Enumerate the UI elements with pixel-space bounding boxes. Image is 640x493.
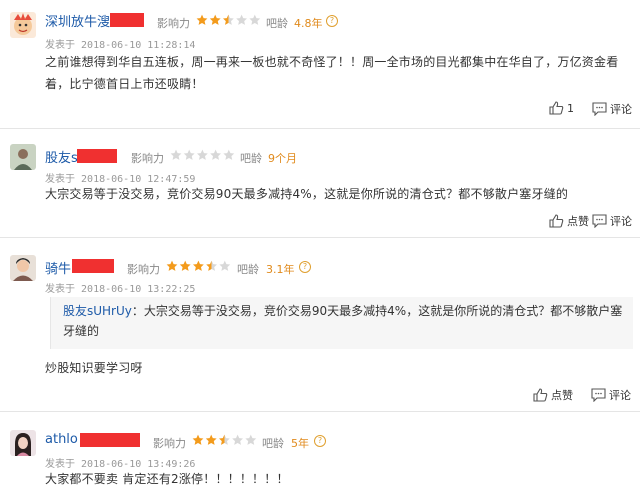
like-button[interactable]: 1 bbox=[549, 101, 574, 115]
rating-star bbox=[223, 149, 235, 160]
age-label: 吧龄 bbox=[240, 152, 262, 165]
post-time: 发表于 2018-06-10 11:28:14 bbox=[45, 36, 195, 51]
posted-label: 发表于 bbox=[45, 40, 75, 51]
avatar[interactable] bbox=[10, 144, 36, 170]
rating-star bbox=[179, 260, 191, 271]
comment-icon bbox=[591, 388, 609, 402]
influence-label: 影响力 bbox=[153, 437, 186, 450]
comment-label: 评论 bbox=[610, 215, 632, 228]
comment-button[interactable]: 评论 bbox=[591, 387, 631, 403]
post-timestamp: 2018-06-10 11:28:14 bbox=[81, 40, 196, 51]
post-content: 大宗交易等于没交易，竞价交易90天最多减持4%，这就是你所说的清仓式？都不够散户… bbox=[45, 187, 569, 201]
username-redaction bbox=[72, 259, 114, 273]
quoted-reply: 股友sUHrUy：大宗交易等于没交易，竞价交易90天最多减持4%，这就是你所说的… bbox=[50, 297, 633, 349]
post-content: 炒股知识要学习呀 bbox=[45, 361, 143, 375]
star-rating-graphic bbox=[166, 260, 231, 271]
comment-label: 评论 bbox=[610, 103, 632, 116]
rating-star bbox=[210, 149, 221, 160]
post-time: 发表于 2018-06-10 13:22:25 bbox=[45, 280, 195, 295]
like-button[interactable]: 点赞 bbox=[533, 387, 573, 403]
help-icon[interactable]: ? bbox=[314, 435, 326, 447]
help-icon[interactable]: ? bbox=[299, 261, 311, 273]
username-redaction bbox=[77, 149, 117, 163]
like-button[interactable]: 点赞 bbox=[549, 213, 589, 229]
rating-star bbox=[197, 149, 208, 160]
rating-star bbox=[245, 434, 257, 445]
bar-age: 9个月 bbox=[268, 152, 297, 165]
age-label: 吧龄 bbox=[266, 17, 288, 30]
like-count: 1 bbox=[567, 101, 574, 115]
thumbs-up-icon bbox=[549, 214, 567, 228]
rating-star bbox=[236, 14, 247, 25]
username[interactable]: athlo bbox=[45, 432, 78, 447]
thumbs-up-icon bbox=[549, 101, 567, 115]
post-content: 之前谁想得到华自五连板，周一再来一板也就不奇怪了！！周一全市场的目光都集中在华自… bbox=[45, 55, 619, 91]
username-redaction bbox=[80, 433, 140, 447]
quoted-content: ：大宗交易等于没交易，竞价交易90天最多减持4%，这就是你所说的清仓式？都不够散… bbox=[63, 304, 623, 338]
comment-post: 骑牛 影响力 吧龄 3.1年 ? 发表于 2018-06-10 13:22:25… bbox=[0, 238, 640, 406]
comment-label: 评论 bbox=[609, 389, 631, 402]
comment-post: 深圳放牛溲 影响力 吧龄 4.8年 ? 发表于 2018-06-10 11:28… bbox=[0, 0, 640, 127]
rating-star bbox=[209, 14, 221, 25]
influence-stars bbox=[196, 14, 262, 26]
influence-stars bbox=[170, 149, 236, 161]
comment-icon bbox=[592, 102, 610, 116]
avatar[interactable] bbox=[10, 430, 36, 456]
username-redaction bbox=[110, 13, 144, 27]
post-content: 大家都不要卖 肯定还有2涨停！！！！！！！ bbox=[45, 472, 289, 486]
post-timestamp: 2018-06-10 13:22:25 bbox=[81, 284, 196, 295]
quoted-reply-text: 股友sUHrUy：大宗交易等于没交易，竞价交易90天最多减持4%，这就是你所说的… bbox=[63, 301, 623, 341]
rating-star bbox=[192, 434, 204, 445]
influence-label: 影响力 bbox=[127, 263, 160, 276]
username[interactable]: 骑牛 bbox=[45, 258, 71, 277]
age-label: 吧龄 bbox=[262, 437, 284, 450]
comment-button[interactable]: 评论 bbox=[592, 213, 632, 229]
bar-age: 5年 bbox=[291, 437, 309, 450]
rating-star bbox=[193, 260, 204, 271]
rating-star bbox=[249, 14, 261, 25]
quoted-username[interactable]: 股友sUHrUy bbox=[63, 304, 132, 318]
rating-star bbox=[219, 260, 231, 271]
rating-star bbox=[205, 434, 217, 445]
star-rating-graphic bbox=[196, 14, 261, 25]
username[interactable]: 深圳放牛溲 bbox=[45, 11, 110, 30]
avatar[interactable] bbox=[10, 12, 36, 38]
bar-age: 4.8年 bbox=[294, 17, 323, 30]
comment-post: 股友s 影响力 吧龄 9个月 发表于 2018-06-10 12:47:59 大… bbox=[0, 129, 640, 236]
star-rating-graphic bbox=[170, 149, 235, 160]
like-label: 点赞 bbox=[567, 215, 589, 228]
star-rating-graphic bbox=[192, 434, 257, 445]
comment-post: athlo 影响力 吧龄 5年 ? 发表于 2018-06-10 13:49:2… bbox=[0, 412, 640, 493]
rating-star bbox=[223, 14, 234, 25]
comment-icon bbox=[592, 214, 610, 228]
bar-age: 3.1年 bbox=[266, 263, 295, 276]
rating-star bbox=[206, 260, 217, 271]
influence-label: 影响力 bbox=[131, 152, 164, 165]
age-label: 吧龄 bbox=[237, 263, 259, 276]
like-label: 点赞 bbox=[551, 389, 573, 402]
influence-label: 影响力 bbox=[157, 17, 190, 30]
rating-star bbox=[170, 149, 182, 160]
rating-star bbox=[196, 14, 208, 25]
influence-stars bbox=[166, 260, 232, 272]
username[interactable]: 股友s bbox=[45, 147, 78, 166]
rating-star bbox=[219, 434, 230, 445]
rating-star bbox=[183, 149, 195, 160]
posted-label: 发表于 bbox=[45, 284, 75, 295]
rating-star bbox=[166, 260, 178, 271]
avatar[interactable] bbox=[10, 255, 36, 281]
help-icon[interactable]: ? bbox=[326, 15, 338, 27]
thumbs-up-icon bbox=[533, 388, 551, 402]
influence-stars bbox=[192, 434, 258, 446]
comment-button[interactable]: 评论 bbox=[592, 101, 632, 117]
rating-star bbox=[232, 434, 243, 445]
